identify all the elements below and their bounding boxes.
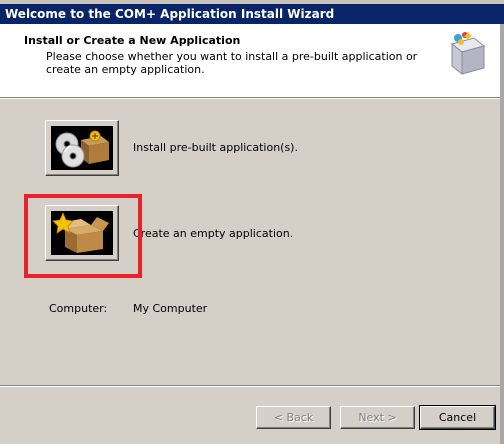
cancel-button[interactable]: Cancel — [419, 405, 496, 430]
window-right-edge — [500, 24, 504, 444]
header-title: Install or Create a New Application — [24, 34, 241, 47]
window-title[interactable]: Welcome to the COM+ Application Install … — [0, 4, 504, 24]
next-button[interactable]: Next > — [340, 406, 415, 429]
wizard-box-icon — [444, 28, 490, 80]
wizard-header: Install or Create a New Application Plea… — [0, 24, 504, 98]
footer-separator-highlight — [0, 386, 504, 387]
header-description: Please choose whether you want to instal… — [46, 50, 418, 76]
back-button[interactable]: < Back — [256, 406, 331, 429]
computer-label: Computer: — [49, 302, 108, 315]
install-prebuilt-button[interactable] — [45, 120, 119, 176]
install-prebuilt-label: Install pre-built application(s). — [133, 141, 298, 154]
create-empty-app-label: Create an empty application. — [133, 227, 294, 240]
highlight-box — [24, 194, 142, 278]
computer-value: My Computer — [133, 302, 208, 315]
cd-discs-box-icon — [51, 126, 113, 170]
header-separator — [0, 98, 504, 99]
